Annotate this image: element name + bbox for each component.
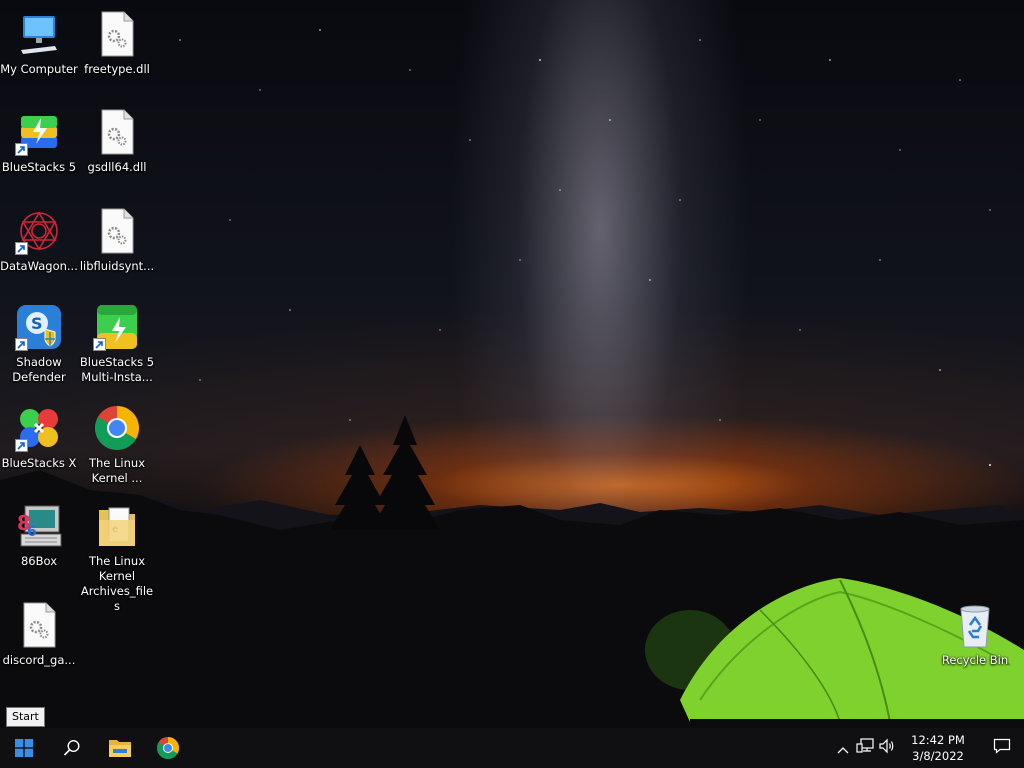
- desktop-icon-label: The Linux Kernel Archives_files: [80, 554, 154, 613]
- desktop-icon-linux-kernel-page[interactable]: The Linux Kernel ...: [78, 404, 156, 486]
- desktop-icon-bluestacks-multi-instance[interactable]: BlueStacks 5 Multi-Insta...: [78, 303, 156, 385]
- desktop-icon-label: freetype.dll: [84, 62, 150, 76]
- desktop-icon-bluestacks-5[interactable]: BlueStacks 5: [0, 108, 78, 175]
- desktop-icon-recycle-bin[interactable]: Recycle Bin: [936, 601, 1014, 668]
- desktop-icon-label: BlueStacks 5 Multi-Insta...: [79, 355, 155, 384]
- taskbar-file-explorer[interactable]: [96, 728, 144, 768]
- stars: [179, 29, 992, 467]
- bluestacks-x-icon: [15, 404, 63, 452]
- shortcut-arrow-icon: [15, 143, 28, 156]
- svg-text:S: S: [31, 314, 43, 333]
- shadow-defender-icon: S: [15, 303, 63, 351]
- desktop-icon-label: DataWagon...: [0, 259, 78, 273]
- file-explorer-icon: [108, 738, 132, 758]
- dll-file-icon: [93, 207, 141, 255]
- desktop-icon-label: discord_ga...: [2, 653, 76, 667]
- system-tray: 12:42 PM 3/8/2022: [832, 728, 1024, 768]
- network-button[interactable]: [854, 728, 876, 768]
- desktop-icon-label: BlueStacks 5: [1, 160, 77, 174]
- 86box-icon: 86: [15, 502, 63, 550]
- taskbar-chrome[interactable]: [144, 728, 192, 768]
- windows-logo-icon: [15, 739, 33, 757]
- bluestacks-icon: [15, 108, 63, 156]
- clock-time: 12:42 PM: [911, 733, 965, 747]
- desktop-icon-86box[interactable]: 86 86Box: [0, 502, 78, 569]
- shortcut-arrow-icon: [15, 439, 28, 452]
- clock-date: 3/8/2022: [912, 749, 964, 763]
- shortcut-arrow-icon: [15, 338, 28, 351]
- desktop-icon-label: My Computer: [0, 62, 78, 76]
- dll-file-icon: [15, 601, 63, 649]
- datawagon-icon: [15, 207, 63, 255]
- pine-trees: [330, 415, 440, 530]
- chevron-up-icon: [837, 739, 849, 758]
- shortcut-arrow-icon: [93, 338, 106, 351]
- desktop-icon-bluestacks-x[interactable]: BlueStacks X: [0, 404, 78, 471]
- show-hidden-icons-button[interactable]: [832, 728, 854, 768]
- bluestacks-multi-instance-icon: [93, 303, 141, 351]
- dll-file-icon: [93, 10, 141, 58]
- action-center-button[interactable]: [980, 728, 1024, 768]
- folder-icon: e: [93, 502, 141, 550]
- clock[interactable]: 12:42 PM 3/8/2022: [906, 732, 970, 764]
- volume-button[interactable]: [876, 728, 898, 768]
- start-button[interactable]: [0, 728, 48, 768]
- desktop-icon-label: 86Box: [20, 554, 57, 568]
- chrome-icon: [156, 736, 180, 760]
- search-icon: [63, 739, 81, 757]
- desktop-icon-shadow-defender[interactable]: S Shadow Defender: [0, 303, 78, 385]
- desktop-icon-label: gsdll64.dll: [87, 160, 147, 174]
- shortcut-arrow-icon: [15, 242, 28, 255]
- notification-icon: [993, 738, 1011, 758]
- desktop-icon-label: The Linux Kernel ...: [88, 456, 146, 485]
- network-icon: [856, 738, 874, 758]
- desktop-icon-linux-kernel-archives-files[interactable]: e The Linux Kernel Archives_files: [78, 502, 156, 614]
- desktop-icon-libfluidsynth[interactable]: libfluidsynt...: [78, 207, 156, 274]
- desktop-icon-my-computer[interactable]: My Computer: [0, 10, 78, 77]
- computer-icon: [15, 10, 63, 58]
- desktop-icon-freetype-dll[interactable]: freetype.dll: [78, 10, 156, 77]
- search-button[interactable]: [48, 728, 96, 768]
- volume-icon: [878, 738, 896, 758]
- taskbar: 12:42 PM 3/8/2022: [0, 728, 1024, 768]
- start-tooltip: Start: [6, 707, 45, 727]
- desktop-icon-discord-game[interactable]: discord_ga...: [0, 601, 78, 668]
- desktop-icon-datawagon[interactable]: DataWagon...: [0, 207, 78, 274]
- svg-text:6: 6: [27, 524, 37, 540]
- desktop-icon-label: Shadow Defender: [12, 355, 66, 384]
- desktop-icon-label: BlueStacks X: [1, 456, 77, 470]
- chrome-icon: [93, 404, 141, 452]
- desktop-icon-label: Recycle Bin: [941, 653, 1009, 667]
- desktop-icon-label: libfluidsynt...: [79, 259, 155, 273]
- recycle-bin-icon: [951, 601, 999, 649]
- desktop-icon-gsdll64-dll[interactable]: gsdll64.dll: [78, 108, 156, 175]
- dll-file-icon: [93, 108, 141, 156]
